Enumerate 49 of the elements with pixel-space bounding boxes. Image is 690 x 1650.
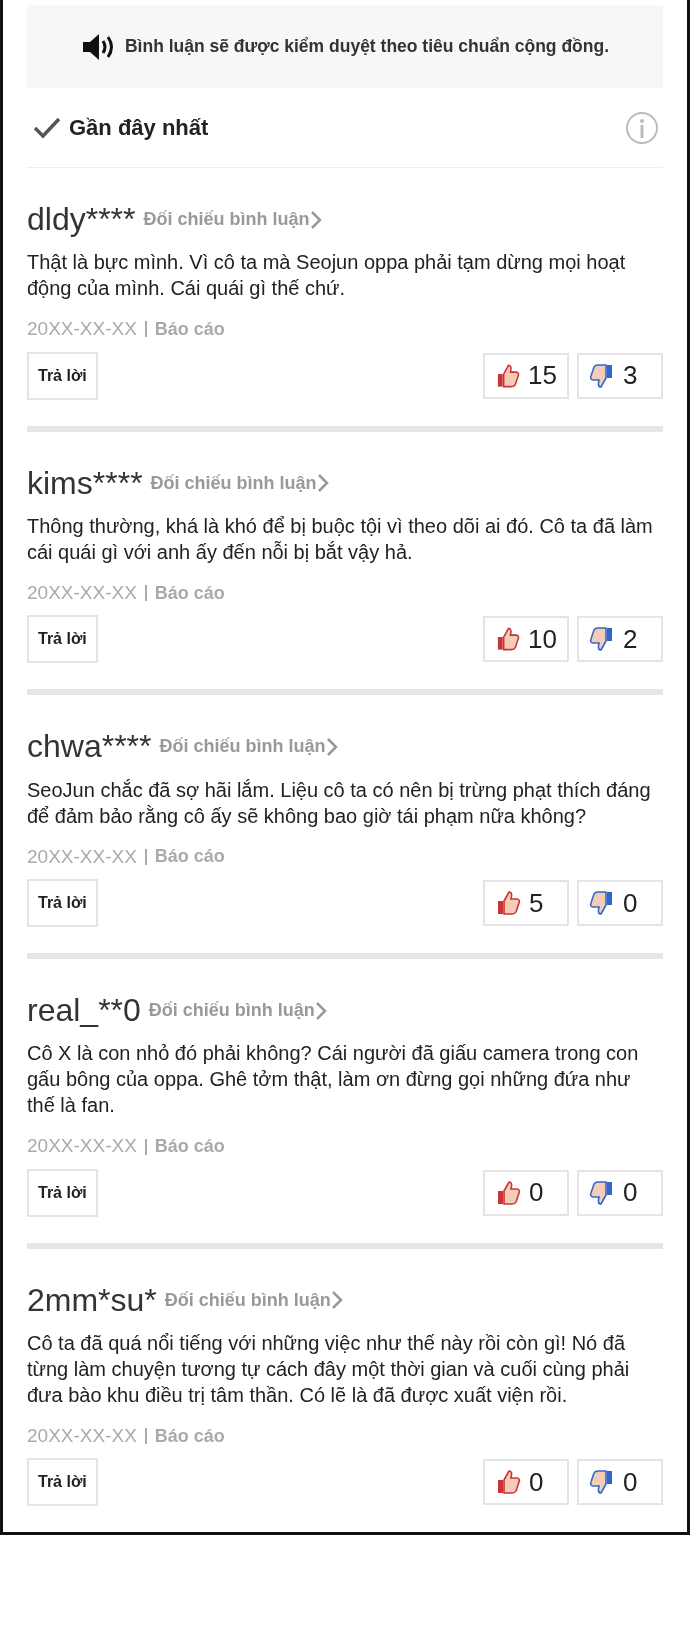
thumbs-up-icon [495,626,521,653]
comment-date: 20XX-XX-XX [27,580,137,605]
chevron-right-icon [314,1000,327,1021]
comment-text: SeoJun chắc đã sợ hãi lắm. Liệu cô ta có nên bị trừng phạt thích đáng để đảm bảo rằng cô ấy sẽ không bao giờ tái phạm nữa không? [27,777,652,829]
thumbs-down-icon [589,1179,615,1206]
comment-text: Cô X là con nhỏ đó phải không? Cái người đã giấu camera trong con gấu bông của oppa. Ghê tởm thật, làm ơn đừng gọi những đứa như thế là fan. [27,1041,640,1119]
comment-date: 20XX-XX-XX [27,317,137,342]
check-icon [33,116,61,139]
dislike-button[interactable]: 3 [577,352,663,399]
thumbs-down-icon [589,1469,615,1496]
notice-text: Bình luận sẽ được kiểm duyệt theo tiêu chuẩn cộng đồng. [124,35,609,59]
like-button[interactable]: 15 [483,352,569,399]
username: kims**** [27,465,143,501]
reply-button[interactable]: Trả lời [27,1458,98,1507]
chevron-right-icon [309,209,322,230]
dislike-button[interactable]: 2 [577,616,663,663]
dislike-button[interactable]: 0 [577,1169,663,1216]
chevron-right-icon [325,736,338,757]
thumbs-up-icon [495,1469,521,1496]
like-button[interactable]: 0 [483,1169,569,1216]
dislike-button[interactable]: 0 [577,880,663,927]
dislike-button[interactable]: 0 [577,1459,663,1506]
chevron-right-icon [330,1290,343,1311]
thumbs-up-icon [495,890,521,917]
comment-date: 20XX-XX-XX [27,1423,137,1448]
like-button[interactable]: 0 [483,1459,569,1506]
comment-text: Thông thường, khá là khó để bị buộc tội vì theo dõi ai đó. Cô ta đã làm cái quái gì với anh ấy đến nỗi bị bắt vậy hả. [27,513,654,565]
reply-button[interactable]: Trả lời [27,1168,98,1217]
thumbs-up-icon [495,1179,521,1206]
username: 2mm*su* [27,1282,157,1318]
chevron-right-icon [316,473,329,494]
username: real_**0 [27,993,141,1029]
like-button[interactable]: 5 [483,880,569,927]
username: chwa**** [27,729,152,765]
reply-button[interactable]: Trả lời [27,879,98,928]
like-button[interactable]: 10 [483,616,569,663]
reply-button[interactable]: Trả lời [27,351,98,400]
username: dldy**** [27,202,136,238]
thumbs-up-icon [495,362,521,389]
comment-text: Cô ta đã quá nổi tiếng với những việc như thế này rồi còn gì! Nó đã từng làm chuyện tương tự cách đây một thời gian và cuối cùng phải đưa bào khu điều trị tâm thần. Có lẽ là đã được xuất viện rồi. [27,1330,631,1408]
sort-label[interactable]: Gần đây nhất [69,111,209,144]
thumbs-down-icon [589,890,615,917]
thumbs-down-icon [589,362,615,389]
reply-button[interactable]: Trả lời [27,615,98,664]
comment-text: Thật là bực mình. Vì cô ta mà Seojun oppa phải tạm dừng mọi hoạt động của mình. Cái quái gì thế chứ. [27,250,627,302]
info-icon[interactable] [625,110,659,145]
comment-date: 20XX-XX-XX [27,1134,137,1159]
thumbs-down-icon [589,626,615,653]
comment-date: 20XX-XX-XX [27,844,137,869]
